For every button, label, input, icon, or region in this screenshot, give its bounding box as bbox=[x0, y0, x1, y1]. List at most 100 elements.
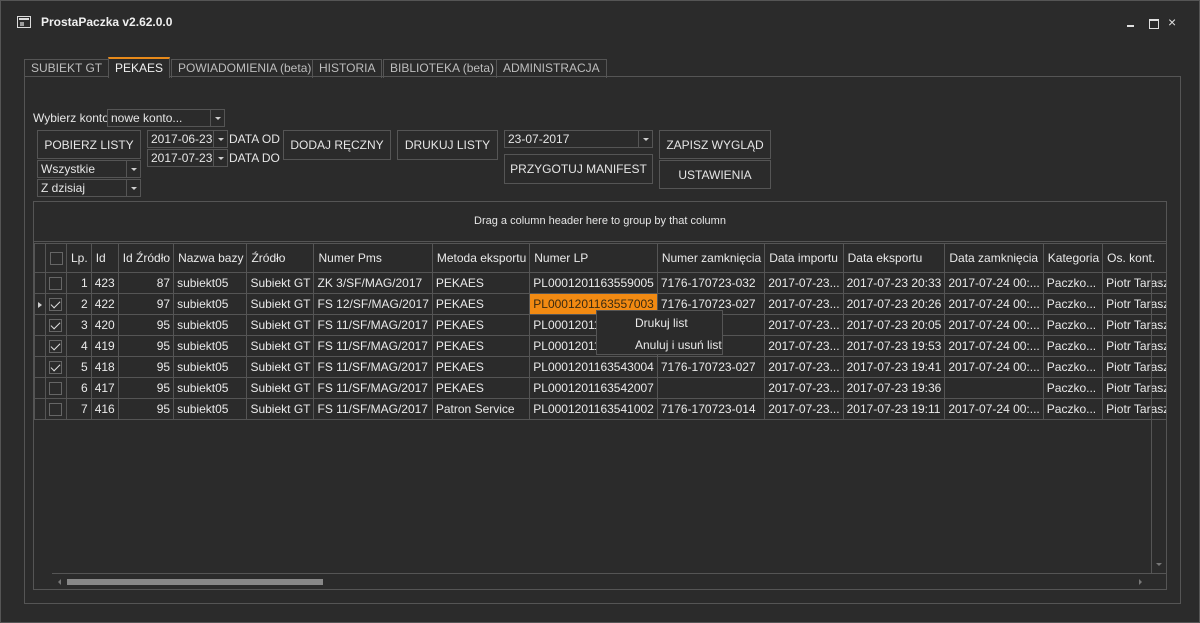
date-to-picker[interactable]: 2017-07-23 bbox=[147, 149, 228, 167]
cell-id-src[interactable]: 95 bbox=[117, 398, 175, 420]
cell-exp[interactable]: 2017-07-23 20:26 bbox=[842, 293, 946, 315]
row-checkbox-cell[interactable] bbox=[45, 398, 67, 420]
cell-id-src[interactable]: 95 bbox=[117, 377, 175, 399]
column-header[interactable]: Metoda eksportu bbox=[431, 243, 531, 273]
chevron-down-icon[interactable] bbox=[210, 110, 224, 126]
cell-lp[interactable]: 2 bbox=[66, 293, 92, 315]
scroll-down-icon[interactable] bbox=[1156, 563, 1162, 566]
column-header[interactable]: Data zamknięcia bbox=[944, 243, 1044, 273]
cell-cat[interactable]: Paczko... bbox=[1042, 314, 1104, 336]
cell-method[interactable]: PEKAES bbox=[431, 293, 531, 315]
cell-imp[interactable]: 2017-07-23... bbox=[764, 272, 844, 294]
cell-id[interactable]: 419 bbox=[90, 335, 119, 357]
cell-imp[interactable]: 2017-07-23... bbox=[764, 335, 844, 357]
cell-pms[interactable]: FS 12/SF/MAG/2017 bbox=[313, 293, 433, 315]
horizontal-scrollbar[interactable] bbox=[52, 573, 1166, 589]
scroll-right-icon[interactable] bbox=[1139, 579, 1142, 585]
cell-id[interactable]: 420 bbox=[90, 314, 119, 336]
cell-closed[interactable]: 2017-07-24 00:... bbox=[944, 335, 1044, 357]
date-from-picker[interactable]: 2017-06-23 bbox=[147, 130, 228, 148]
row-checkbox-cell[interactable] bbox=[45, 356, 67, 378]
cell-src[interactable]: Subiekt GT bbox=[246, 314, 315, 336]
cell-db[interactable]: subiekt05 bbox=[173, 272, 248, 294]
row-checkbox[interactable] bbox=[49, 361, 62, 375]
select-all-checkbox-cell[interactable] bbox=[45, 243, 67, 273]
cell-close-no[interactable]: 7176-170723-027 bbox=[656, 356, 766, 378]
manifest-date-picker[interactable]: 23-07-2017 bbox=[504, 130, 653, 148]
cell-imp[interactable]: 2017-07-23... bbox=[764, 356, 844, 378]
cell-pms[interactable]: FS 11/SF/MAG/2017 bbox=[313, 398, 433, 420]
group-by-panel[interactable]: Drag a column header here to group by th… bbox=[34, 202, 1166, 242]
cell-lp[interactable]: 1 bbox=[66, 272, 92, 294]
row-checkbox[interactable] bbox=[49, 403, 62, 417]
cell-db[interactable]: subiekt05 bbox=[173, 293, 248, 315]
cell-cat[interactable]: Paczko... bbox=[1042, 272, 1104, 294]
cell-src[interactable]: Subiekt GT bbox=[246, 377, 315, 399]
cell-pms[interactable]: FS 11/SF/MAG/2017 bbox=[313, 314, 433, 336]
table-row[interactable]: 5 418 95 subiekt05 Subiekt GT FS 11/SF/MAG/20… bbox=[34, 356, 1166, 378]
prepare-manifest-button[interactable]: PRZYGOTUJ MANIFEST bbox=[504, 154, 653, 184]
row-header[interactable] bbox=[34, 398, 46, 420]
chevron-down-icon[interactable] bbox=[126, 161, 140, 177]
cell-method[interactable]: PEKAES bbox=[431, 377, 531, 399]
cell-closed[interactable] bbox=[944, 377, 1044, 399]
cell-id-src[interactable]: 95 bbox=[117, 335, 175, 357]
cell-lp[interactable]: 7 bbox=[66, 398, 92, 420]
cell-db[interactable]: subiekt05 bbox=[173, 377, 248, 399]
cell-imp[interactable]: 2017-07-23... bbox=[764, 377, 844, 399]
chevron-down-icon[interactable] bbox=[638, 131, 652, 147]
cell-exp[interactable]: 2017-07-23 19:53 bbox=[842, 335, 946, 357]
cell-lp-no[interactable]: PL0001201163542007 bbox=[529, 377, 658, 399]
cell-id-src[interactable]: 95 bbox=[117, 356, 175, 378]
column-header[interactable]: Data eksportu bbox=[842, 243, 946, 273]
cell-exp[interactable]: 2017-07-23 20:05 bbox=[842, 314, 946, 336]
cell-db[interactable]: subiekt05 bbox=[173, 314, 248, 336]
column-header[interactable]: Źródło bbox=[246, 243, 315, 273]
row-checkbox[interactable] bbox=[49, 298, 62, 312]
save-layout-button[interactable]: ZAPISZ WYGLĄD bbox=[659, 130, 771, 159]
row-checkbox-cell[interactable] bbox=[45, 335, 67, 357]
cancel-delete-list-menu-item[interactable]: Anuluj i usuń list bbox=[597, 335, 722, 356]
column-header[interactable]: Id bbox=[90, 243, 119, 273]
row-header[interactable] bbox=[34, 314, 46, 336]
cell-close-no[interactable]: 7176-170723-032 bbox=[656, 272, 766, 294]
cell-src[interactable]: Subiekt GT bbox=[246, 293, 315, 315]
cell-lp[interactable]: 3 bbox=[66, 314, 92, 336]
close-button[interactable]: × bbox=[1168, 15, 1182, 29]
cell-db[interactable]: subiekt05 bbox=[173, 335, 248, 357]
cell-lp-no[interactable]: PL0001201163543004 bbox=[529, 356, 658, 378]
cell-method[interactable]: PEKAES bbox=[431, 335, 531, 357]
status-filter-select[interactable]: Wszystkie bbox=[37, 160, 141, 178]
cell-db[interactable]: subiekt05 bbox=[173, 398, 248, 420]
row-checkbox[interactable] bbox=[49, 277, 62, 291]
column-header[interactable]: Numer LP bbox=[529, 243, 658, 273]
cell-id[interactable]: 417 bbox=[90, 377, 119, 399]
cell-cat[interactable]: Paczko... bbox=[1042, 293, 1104, 315]
cell-pms[interactable]: ZK 3/SF/MAG/2017 bbox=[313, 272, 433, 294]
cell-cat[interactable]: Paczko... bbox=[1042, 335, 1104, 357]
cell-id[interactable]: 416 bbox=[90, 398, 119, 420]
row-header[interactable] bbox=[34, 293, 46, 315]
column-header[interactable]: Data importu bbox=[764, 243, 844, 273]
cell-src[interactable]: Subiekt GT bbox=[246, 335, 315, 357]
cell-imp[interactable]: 2017-07-23... bbox=[764, 314, 844, 336]
cell-closed[interactable]: 2017-07-24 00:... bbox=[944, 272, 1044, 294]
column-header[interactable]: Id Źródło bbox=[117, 243, 175, 273]
cell-close-no[interactable] bbox=[656, 377, 766, 399]
select-all-checkbox[interactable] bbox=[50, 252, 63, 266]
row-checkbox-cell[interactable] bbox=[45, 377, 67, 399]
print-list-menu-item[interactable]: Drukuj list bbox=[597, 313, 722, 334]
cell-closed[interactable]: 2017-07-24 00:... bbox=[944, 293, 1044, 315]
fetch-lists-button[interactable]: POBIERZ LISTY bbox=[37, 130, 141, 159]
print-lists-button[interactable]: DRUKUJ LISTY bbox=[397, 130, 498, 160]
cell-lp-no[interactable]: PL0001201163541002 bbox=[529, 398, 658, 420]
cell-id[interactable]: 418 bbox=[90, 356, 119, 378]
minimize-button[interactable] bbox=[1124, 18, 1138, 28]
cell-cat[interactable]: Paczko... bbox=[1042, 356, 1104, 378]
row-checkbox-cell[interactable] bbox=[45, 293, 67, 315]
cell-pms[interactable]: FS 11/SF/MAG/2017 bbox=[313, 335, 433, 357]
cell-imp[interactable]: 2017-07-23... bbox=[764, 293, 844, 315]
cell-close-no[interactable]: 7176-170723-014 bbox=[656, 398, 766, 420]
row-header[interactable] bbox=[34, 335, 46, 357]
cell-id-src[interactable]: 87 bbox=[117, 272, 175, 294]
